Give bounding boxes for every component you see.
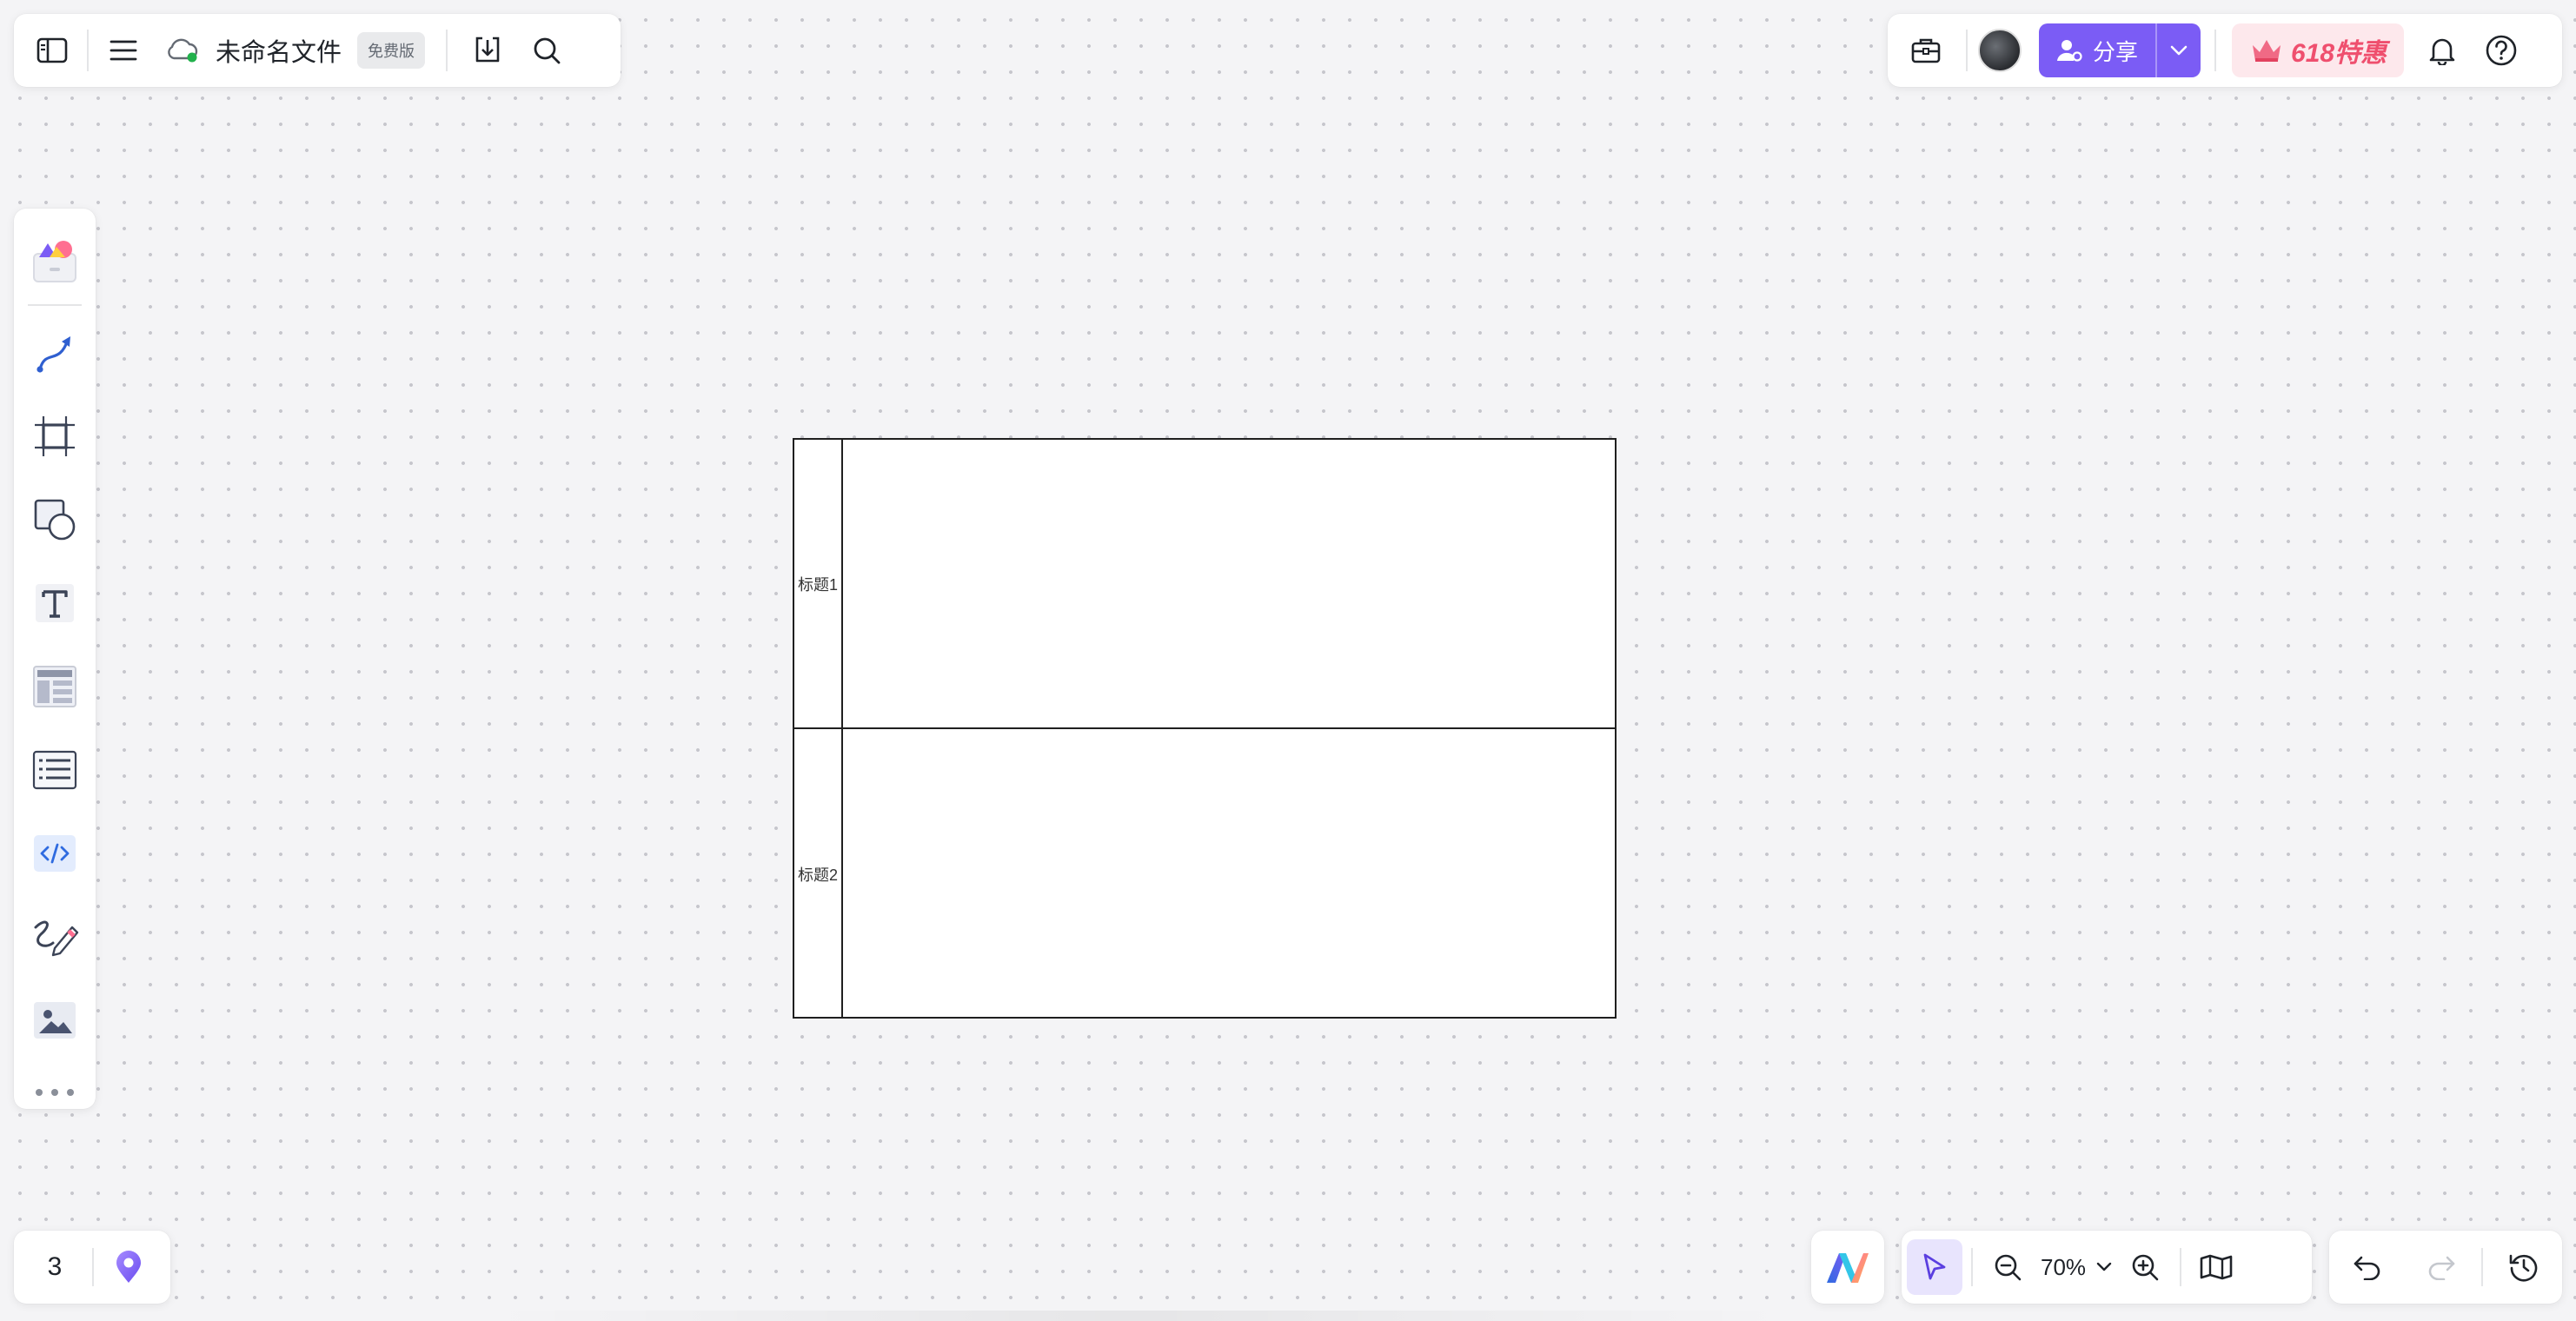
list-icon [32, 750, 77, 790]
shape-icon [32, 497, 77, 542]
history-button[interactable] [2491, 1238, 2557, 1297]
tool-table-layout[interactable] [14, 645, 96, 728]
promo-label: 618特惠 [2291, 39, 2387, 68]
sidebar-toggle-icon [37, 37, 68, 63]
undo-button[interactable] [2334, 1238, 2400, 1297]
ai-assistant-button[interactable] [1818, 1238, 1877, 1297]
divider [1966, 30, 1968, 71]
file-name[interactable]: 未命名文件 [216, 32, 342, 69]
tool-frame[interactable] [14, 395, 96, 478]
page-number[interactable]: 3 [24, 1252, 85, 1282]
divider [28, 304, 82, 306]
locate-button[interactable] [101, 1238, 156, 1297]
select-cursor-icon [1922, 1252, 1948, 1282]
share-button-group: 分享 [2039, 23, 2201, 77]
tool-shape[interactable] [14, 478, 96, 561]
share-label: 分享 [2093, 38, 2139, 65]
redo-button[interactable] [2408, 1238, 2474, 1297]
divider [2481, 1248, 2484, 1286]
zoom-in-button[interactable] [2119, 1238, 2171, 1297]
share-user-icon [2056, 38, 2082, 63]
promo-button[interactable]: 618特惠 [2232, 23, 2405, 77]
location-pin-icon [114, 1250, 143, 1284]
swimlane-row[interactable]: 标题2 [794, 729, 1615, 1019]
creation-toolbar [14, 209, 96, 1109]
table-layout-icon [32, 665, 77, 708]
share-options-button[interactable] [2155, 23, 2201, 77]
bell-icon [2428, 36, 2456, 65]
view-controls: 70% [1902, 1231, 2312, 1304]
zoom-level: 70% [2041, 1253, 2087, 1280]
help-icon [2485, 34, 2518, 67]
divider [1971, 1248, 1973, 1286]
ai-logo-icon [1825, 1250, 1870, 1284]
divider [87, 30, 89, 71]
connector-icon [33, 331, 76, 375]
toolbox-button[interactable] [1896, 21, 1955, 80]
swimlane-row[interactable]: 标题1 [794, 440, 1615, 729]
divider [2180, 1248, 2182, 1286]
zoom-out-icon [1993, 1252, 2022, 1282]
frame-icon [33, 415, 76, 458]
canvas-edge-shadow [487, 1311, 1790, 1321]
select-tool-button[interactable] [1907, 1239, 1962, 1295]
menu-icon [110, 39, 137, 62]
swimlane-title[interactable]: 标题1 [794, 440, 843, 727]
chevron-down-icon [2096, 1262, 2112, 1272]
template-library-icon [30, 236, 79, 285]
chevron-down-icon [2170, 45, 2188, 56]
code-embed-icon [32, 833, 77, 873]
crown-icon [2249, 37, 2284, 64]
notifications-button[interactable] [2413, 21, 2472, 80]
cloud-sync-icon [165, 37, 200, 63]
history-icon [2508, 1251, 2539, 1283]
toolbox-icon [1910, 37, 1942, 64]
tool-text[interactable] [14, 561, 96, 645]
tool-more[interactable] [14, 1062, 96, 1123]
sidebar-toggle-button[interactable] [23, 21, 82, 80]
undo-icon [2353, 1254, 2382, 1280]
help-button[interactable] [2472, 21, 2531, 80]
image-icon [32, 1000, 77, 1040]
tool-connector[interactable] [14, 311, 96, 395]
search-icon [532, 36, 561, 65]
zoom-in-icon [2130, 1252, 2160, 1282]
divider [2214, 30, 2217, 71]
swimlane-table[interactable]: 标题1 标题2 [793, 438, 1617, 1019]
tool-list[interactable] [14, 728, 96, 812]
text-icon [33, 581, 76, 625]
divider [92, 1248, 94, 1286]
tool-image[interactable] [14, 979, 96, 1062]
history-controls [2329, 1231, 2562, 1304]
main-menu-button[interactable] [94, 21, 153, 80]
download-button[interactable] [458, 21, 517, 80]
zoom-level-select[interactable]: 70% [2034, 1254, 2119, 1281]
tool-template-library[interactable] [14, 219, 96, 302]
avatar[interactable] [1978, 29, 2022, 72]
tool-code-embed[interactable] [14, 812, 96, 895]
tool-pen[interactable] [14, 895, 96, 979]
download-icon [472, 35, 503, 66]
swimlane-title[interactable]: 标题2 [794, 729, 843, 1019]
redo-icon [2427, 1254, 2456, 1280]
divider [446, 30, 448, 71]
zoom-out-button[interactable] [1982, 1238, 2034, 1297]
file-toolbar: 未命名文件 免费版 [14, 14, 621, 87]
collab-toolbar: 分享 618特惠 [1888, 14, 2562, 87]
map-icon [2200, 1254, 2233, 1280]
pen-icon [30, 915, 79, 959]
search-button[interactable] [517, 21, 576, 80]
page-indicator: 3 [14, 1231, 170, 1304]
share-button[interactable]: 分享 [2039, 23, 2155, 77]
ai-assistant-panel [1811, 1231, 1884, 1304]
minimap-button[interactable] [2190, 1238, 2242, 1297]
more-icon [35, 1088, 75, 1097]
plan-badge: 免费版 [357, 32, 426, 69]
